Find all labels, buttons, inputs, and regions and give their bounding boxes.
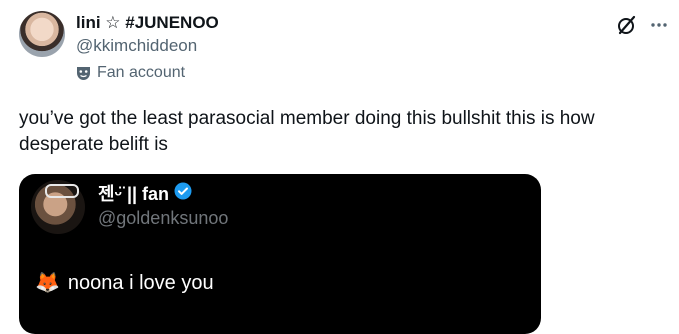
account-label-text: Fan account — [97, 64, 186, 81]
grok-icon[interactable] — [615, 13, 639, 37]
embedded-display-name: 젠ᵕ̈ || fan — [98, 182, 192, 205]
embedded-avatar — [31, 180, 85, 234]
fox-emoji-icon: 🦊 — [35, 272, 60, 294]
username-handle[interactable]: @kkimchiddeon — [76, 36, 197, 56]
embedded-name-text: 젠ᵕ̈ || fan — [98, 183, 170, 204]
display-name[interactable]: lini ☆ #JUNENOO — [76, 13, 219, 33]
verified-badge-icon — [174, 182, 192, 205]
embedded-handle: @goldenksunoo — [98, 208, 229, 228]
account-label: Fan account — [76, 63, 185, 83]
media-screenshot[interactable]: 젠ᵕ̈ || fan @goldenksunoo 🦊 noona i love … — [19, 174, 541, 334]
tweet-text: you’ve got the least parasocial member d… — [19, 108, 595, 155]
avatar[interactable] — [19, 11, 65, 57]
sunglasses-icon — [45, 184, 79, 198]
mask-icon — [76, 65, 91, 81]
more-icon[interactable] — [647, 13, 671, 37]
embedded-text: 🦊 noona i love you — [35, 270, 214, 296]
embedded-text-content: noona i love you — [67, 272, 214, 294]
